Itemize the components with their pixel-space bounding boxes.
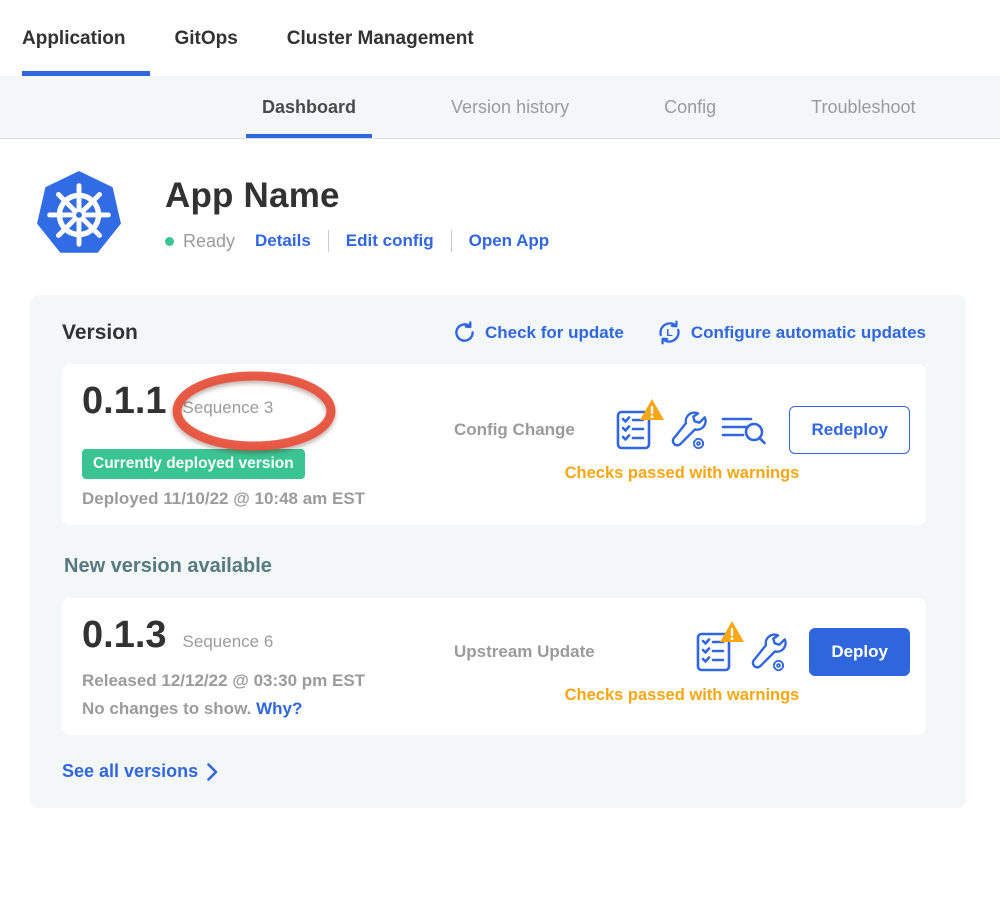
view-files-button[interactable] <box>721 413 767 447</box>
deploy-button[interactable]: Deploy <box>809 628 910 676</box>
status-badge: Ready <box>183 231 235 252</box>
configure-automatic-updates-button[interactable]: L Configure automatic updates <box>656 319 926 346</box>
open-app-link[interactable]: Open App <box>469 231 550 251</box>
warning-triangle-icon <box>639 398 665 422</box>
released-timestamp: Released 12/12/22 @ 03:30 pm EST <box>82 671 454 691</box>
edit-config-link[interactable]: Edit config <box>346 231 434 251</box>
current-version-card: 0.1.1 Sequence 3 Currently deployed vers… <box>62 364 926 525</box>
tab-version-history[interactable]: Version history <box>435 76 585 138</box>
tab-cluster-management[interactable]: Cluster Management <box>287 0 499 76</box>
wrench-gear-icon <box>747 631 787 673</box>
tab-dashboard[interactable]: Dashboard <box>246 76 372 138</box>
version-section: Version Check for update L <box>30 295 966 808</box>
deployed-timestamp: Deployed 11/10/22 @ 10:48 am EST <box>82 489 454 509</box>
tab-gitops[interactable]: GitOps <box>174 0 262 76</box>
refresh-icon <box>452 320 477 345</box>
currently-deployed-badge: Currently deployed version <box>82 449 305 479</box>
app-nav: Application GitOps Cluster Management <box>0 0 1000 76</box>
wrench-gear-icon <box>667 409 707 451</box>
preflight-checks-button[interactable] <box>695 631 733 673</box>
why-link[interactable]: Why? <box>256 699 302 718</box>
preflight-checks-button[interactable] <box>615 409 653 451</box>
checks-status-text: Checks passed with warnings <box>454 686 910 705</box>
tab-application[interactable]: Application <box>22 0 150 76</box>
new-version-heading: New version available <box>64 555 926 578</box>
divider <box>328 230 329 252</box>
app-status-row: Ready Details Edit config Open App <box>165 230 549 252</box>
status-dot-icon <box>165 237 174 246</box>
page-title: App Name <box>165 176 549 216</box>
edit-config-icon-button[interactable] <box>747 631 787 673</box>
available-version-sequence: Sequence 6 <box>183 632 274 652</box>
current-version-sequence: Sequence 3 <box>183 398 274 418</box>
edit-config-icon-button[interactable] <box>667 409 707 451</box>
app-sub-nav: Dashboard Version history Config Trouble… <box>0 76 1000 139</box>
file-search-icon <box>721 413 767 447</box>
tab-config[interactable]: Config <box>648 76 732 138</box>
redeploy-button[interactable]: Redeploy <box>789 406 910 454</box>
divider <box>451 230 452 252</box>
admin-console-screen: Application GitOps Cluster Management Da… <box>0 0 1000 898</box>
version-section-title: Version <box>62 321 138 345</box>
current-version-number: 0.1.1 <box>82 380 167 423</box>
svg-text:L: L <box>666 328 673 339</box>
chevron-right-icon <box>206 762 219 782</box>
no-changes-text: No changes to show. <box>82 699 251 718</box>
checks-status-text: Checks passed with warnings <box>454 464 910 483</box>
kubernetes-logo-icon <box>35 170 123 258</box>
version-source-label: Config Change <box>454 420 575 440</box>
available-version-number: 0.1.3 <box>82 614 167 657</box>
details-link[interactable]: Details <box>255 231 311 251</box>
app-header: App Name Ready Details Edit config Open … <box>35 170 1000 258</box>
version-source-label: Upstream Update <box>454 642 595 662</box>
warning-triangle-icon <box>719 620 745 644</box>
auto-update-clock-icon: L <box>656 319 683 346</box>
tab-troubleshoot[interactable]: Troubleshoot <box>795 76 931 138</box>
see-all-versions-link[interactable]: See all versions <box>62 761 219 782</box>
check-for-update-button[interactable]: Check for update <box>452 320 624 345</box>
available-version-card: 0.1.3 Sequence 6 Released 12/12/22 @ 03:… <box>62 598 926 735</box>
